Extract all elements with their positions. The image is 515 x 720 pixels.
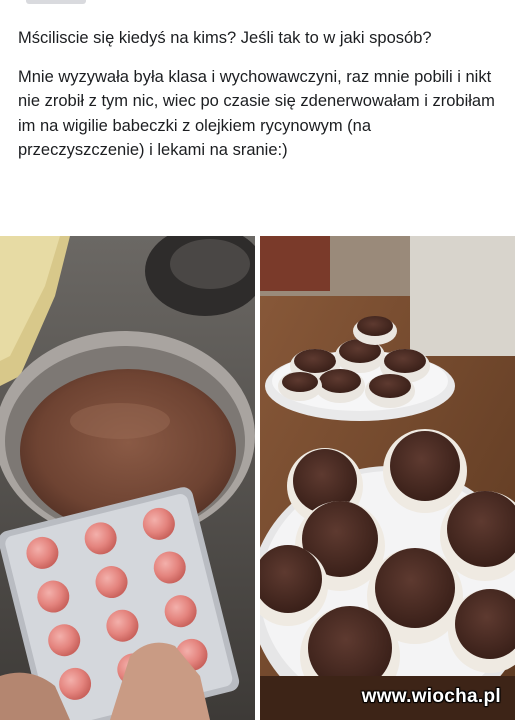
watermark: www.wiocha.pl: [361, 686, 501, 707]
photo-muffins[interactable]: [260, 236, 515, 720]
author-name-cropped[interactable]: [26, 0, 86, 4]
post-body: Mnie wyzywała była klasa i wychowawczyni…: [18, 67, 495, 160]
post-text: Mściliscie się kiedyś na kims? Jeśli tak…: [18, 26, 498, 163]
photo-batter-and-pills[interactable]: [0, 236, 255, 720]
post-header: [0, 0, 515, 18]
post-question: Mściliscie się kiedyś na kims? Jeśli tak…: [18, 29, 432, 47]
